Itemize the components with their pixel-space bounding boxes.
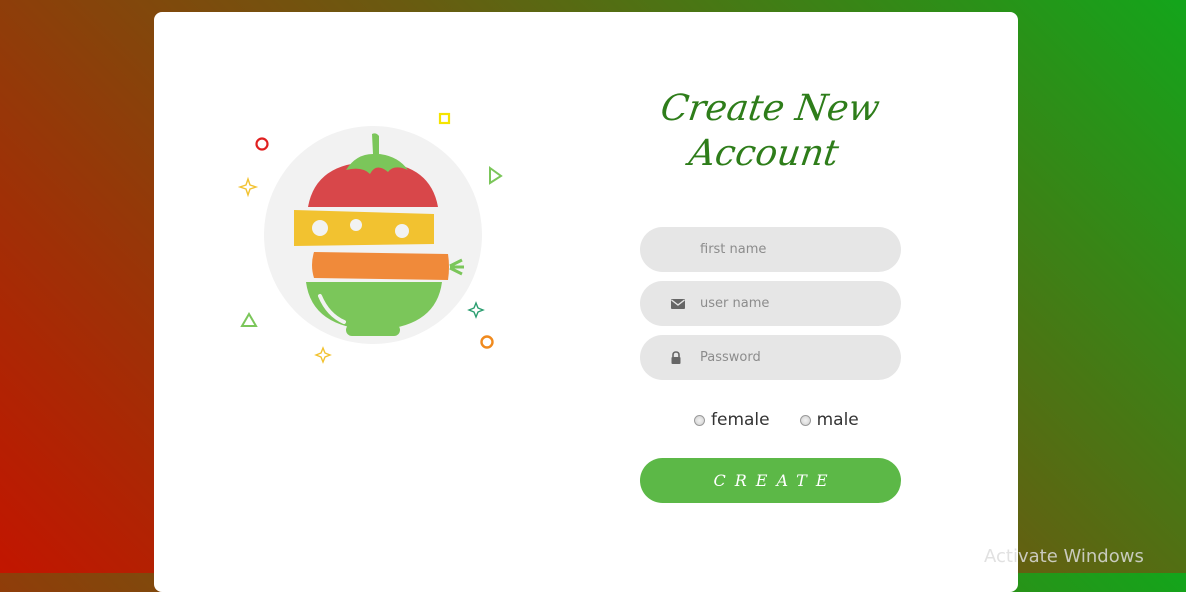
page-title: Create New Account — [618, 86, 917, 176]
activate-windows-watermark: Activate Windows — [984, 546, 1144, 567]
male-label: male — [816, 410, 859, 430]
triangle-confetti-icon — [240, 312, 258, 327]
first-name-input[interactable] — [700, 227, 890, 272]
first-name-field — [640, 227, 901, 272]
signup-card: Create New Account female male CREATE — [154, 12, 1018, 592]
title-line-1: Create New — [658, 88, 883, 129]
female-radio[interactable] — [694, 414, 705, 426]
sparkle-icon — [237, 176, 259, 198]
square-confetti-icon — [438, 112, 451, 125]
circle-confetti-icon — [255, 137, 269, 151]
triangle-confetti-icon — [489, 166, 503, 185]
user-name-input[interactable] — [700, 281, 890, 326]
female-label: female — [711, 410, 770, 430]
lock-icon — [671, 351, 681, 364]
sparkle-icon — [467, 301, 485, 319]
password-input[interactable] — [700, 335, 890, 380]
sparkle-icon — [314, 346, 332, 364]
gender-female-option[interactable]: female — [694, 410, 770, 430]
food-stack-logo-icon — [237, 112, 503, 364]
envelope-icon — [671, 299, 685, 309]
create-button[interactable]: CREATE — [640, 458, 901, 503]
title-line-2: Account — [686, 133, 842, 174]
gender-selector: female male — [694, 410, 889, 430]
circle-confetti-icon — [480, 335, 494, 349]
password-field — [640, 335, 901, 380]
gender-male-option[interactable]: male — [799, 410, 859, 430]
male-radio[interactable] — [799, 414, 811, 426]
user-name-field — [640, 281, 901, 326]
